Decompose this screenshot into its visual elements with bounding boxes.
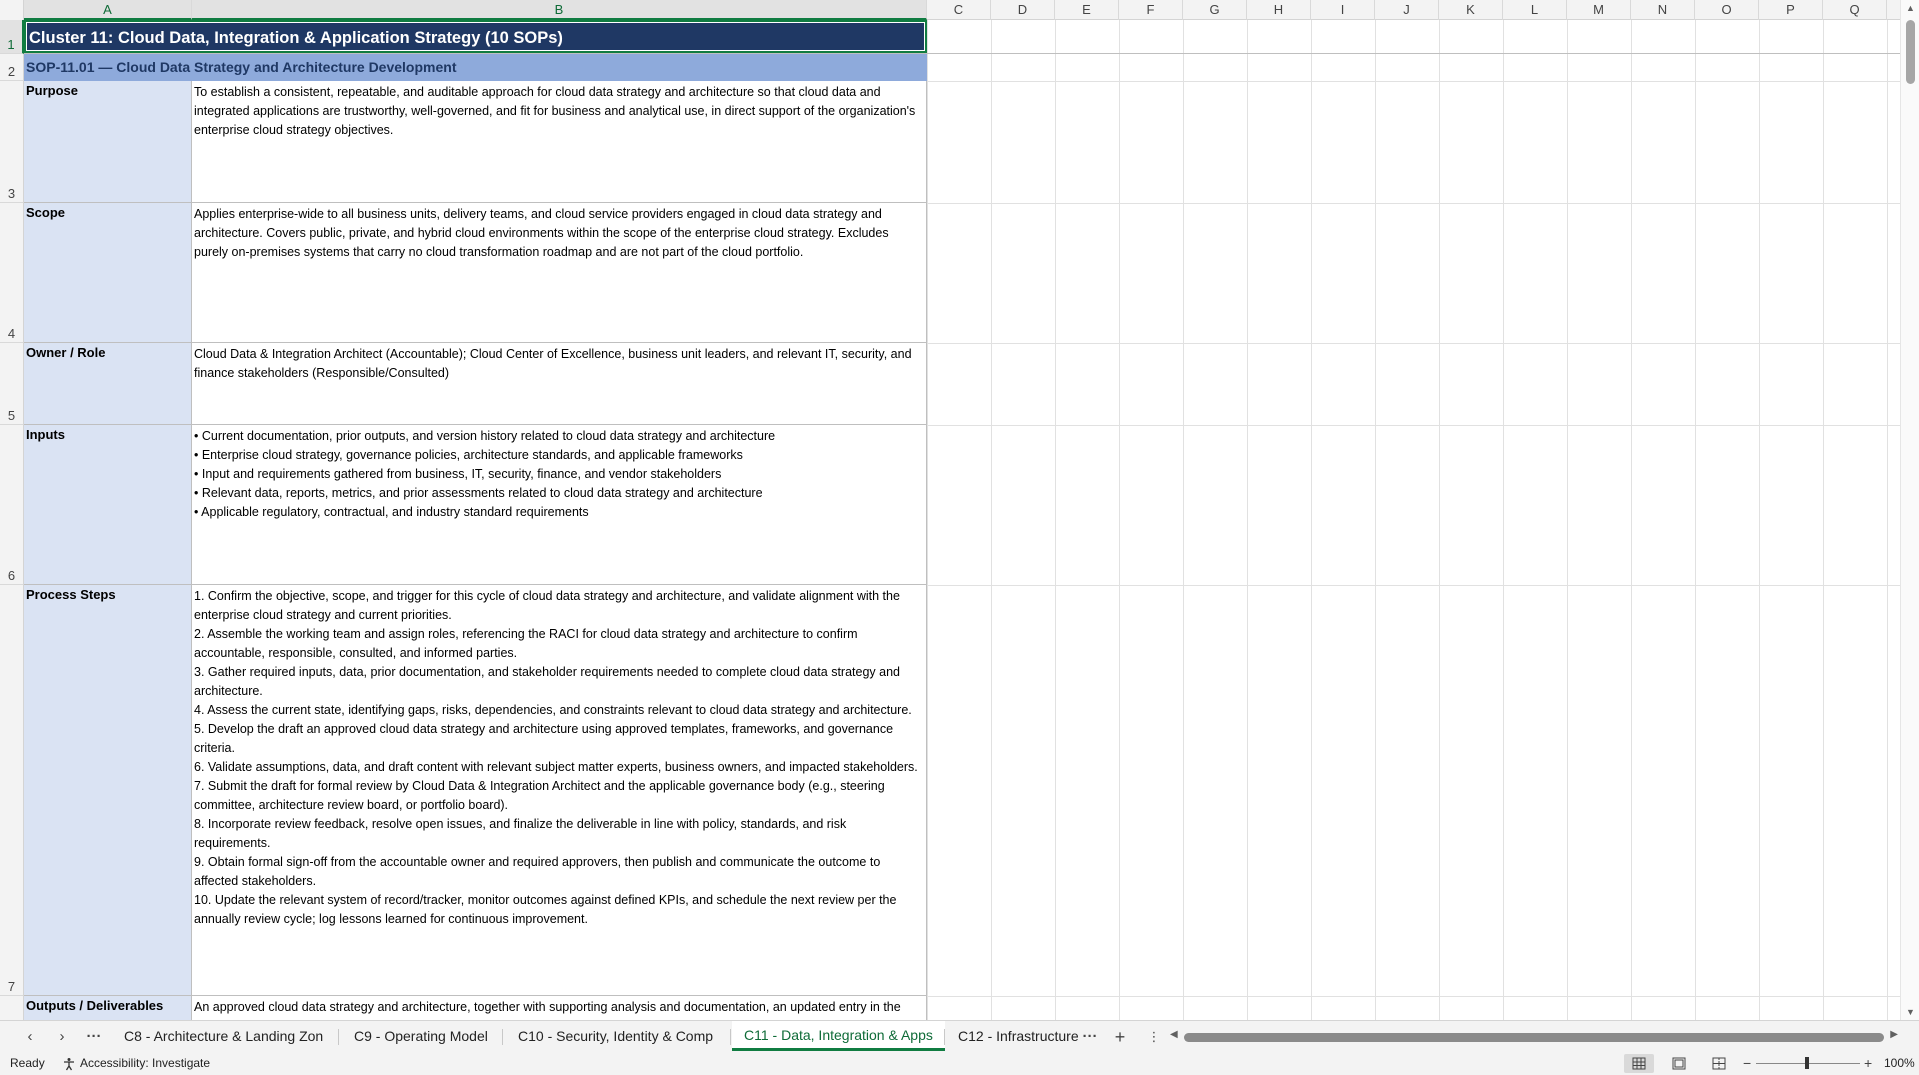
column-header-f[interactable]: F — [1119, 0, 1183, 20]
row-header-4[interactable]: 4 — [0, 203, 24, 343]
vertical-scrollbar[interactable]: ▲ ▼ — [1900, 0, 1919, 1020]
column-header-d[interactable]: D — [991, 0, 1055, 20]
status-ready: Ready — [10, 1056, 45, 1070]
accessibility-status[interactable]: Accessibility: Investigate — [62, 1052, 210, 1075]
column-header-g[interactable]: G — [1183, 0, 1247, 20]
zoom-level[interactable]: 100% — [1884, 1052, 1915, 1075]
accessibility-icon — [64, 1057, 74, 1070]
sheet-tabs-bar: ‹ › ··· C8 - Architecture & Landing Zon … — [0, 1020, 1919, 1052]
sheet-tab-c12[interactable]: C12 - Infrastructure — [946, 1021, 1080, 1051]
outputs-text-cell[interactable]: An approved cloud data strategy and arch… — [192, 996, 927, 1020]
row-header-5[interactable]: 5 — [0, 343, 24, 425]
owner-role-text-cell[interactable]: Cloud Data & Integration Architect (Acco… — [192, 343, 927, 425]
column-header-n[interactable]: N — [1631, 0, 1695, 20]
column-header-bar: A B C D E F G H I J K L M N O P Q — [0, 0, 1900, 20]
vertical-ellipsis-icon[interactable]: ⋮ — [1140, 1025, 1168, 1049]
sop-header-cell[interactable]: SOP-11.01 — Cloud Data Strategy and Arch… — [24, 54, 927, 81]
column-header-h[interactable]: H — [1247, 0, 1311, 20]
accessibility-label: Accessibility: Investigate — [80, 1056, 211, 1070]
select-all-corner[interactable] — [0, 0, 24, 20]
column-header-l[interactable]: L — [1503, 0, 1567, 20]
column-header-k[interactable]: K — [1439, 0, 1503, 20]
plus-icon[interactable]: + — [1106, 1025, 1134, 1049]
purpose-text-cell[interactable]: To establish a consistent, repeatable, a… — [192, 81, 927, 203]
grid-view-icon[interactable] — [1624, 1054, 1654, 1073]
scroll-right-icon[interactable]: ▶ — [1890, 1029, 1898, 1040]
row-header-1[interactable]: 1 — [0, 20, 24, 54]
scope-label-cell[interactable]: Scope — [24, 203, 192, 343]
column-header-q[interactable]: Q — [1823, 0, 1887, 20]
process-steps-text-cell[interactable]: 1. Confirm the objective, scope, and tri… — [192, 585, 927, 996]
sheet-tab-c10[interactable]: C10 - Security, Identity & Comp — [506, 1021, 725, 1051]
column-header-m[interactable]: M — [1567, 0, 1631, 20]
column-header-a[interactable]: A — [24, 0, 192, 20]
chevron-right-icon[interactable]: › — [48, 1025, 76, 1049]
horizontal-scrollbar[interactable]: ◀ ▶ — [1170, 1029, 1898, 1043]
row-header-7[interactable]: 7 — [0, 585, 24, 996]
outputs-label-cell[interactable]: Outputs / Deliverables — [24, 996, 192, 1020]
horizontal-scroll-thumb[interactable] — [1184, 1033, 1884, 1042]
row-header-6[interactable]: 6 — [0, 425, 24, 585]
zoom-in-icon[interactable]: + — [1864, 1052, 1872, 1075]
page-layout-icon[interactable] — [1664, 1054, 1694, 1073]
column-header-i[interactable]: I — [1311, 0, 1375, 20]
scroll-down-icon[interactable]: ▼ — [1901, 1007, 1919, 1017]
column-header-b[interactable]: B — [192, 0, 927, 20]
column-header-o[interactable]: O — [1695, 0, 1759, 20]
row-header-8[interactable] — [0, 996, 24, 1020]
scope-text-cell[interactable]: Applies enterprise-wide to all business … — [192, 203, 927, 343]
ellipsis-icon[interactable]: ··· — [80, 1025, 108, 1049]
row-header-3[interactable]: 3 — [0, 81, 24, 203]
purpose-label-cell[interactable]: Purpose — [24, 81, 192, 203]
worksheet-grid[interactable]: Cluster 11: Cloud Data, Integration & Ap… — [24, 20, 1900, 1020]
inputs-text-cell[interactable]: • Current documentation, prior outputs, … — [192, 425, 927, 585]
column-header-p[interactable]: P — [1759, 0, 1823, 20]
sheet-tab-c9[interactable]: C9 - Operating Model — [342, 1021, 500, 1051]
owner-role-label-cell[interactable]: Owner / Role — [24, 343, 192, 425]
zoom-slider-knob[interactable] — [1805, 1057, 1809, 1069]
process-steps-label-cell[interactable]: Process Steps — [24, 585, 192, 996]
sheet-title-cell[interactable]: Cluster 11: Cloud Data, Integration & Ap… — [24, 20, 927, 53]
chevron-left-icon[interactable]: ‹ — [16, 1025, 44, 1049]
status-bar: Ready Accessibility: Investigate − + 100… — [0, 1052, 1919, 1075]
more-tabs-ellipsis-icon[interactable]: ··· — [1076, 1025, 1104, 1049]
sheet-tab-c8[interactable]: C8 - Architecture & Landing Zon — [112, 1021, 335, 1051]
inputs-label-cell[interactable]: Inputs — [24, 425, 192, 585]
vertical-scroll-thumb[interactable] — [1906, 20, 1915, 84]
column-header-e[interactable]: E — [1055, 0, 1119, 20]
zoom-out-icon[interactable]: − — [1743, 1052, 1751, 1075]
scroll-up-icon[interactable]: ▲ — [1901, 3, 1919, 13]
column-header-j[interactable]: J — [1375, 0, 1439, 20]
row-header-2[interactable]: 2 — [0, 54, 24, 81]
scroll-left-icon[interactable]: ◀ — [1170, 1029, 1178, 1040]
page-break-icon[interactable] — [1704, 1054, 1734, 1073]
column-header-c[interactable]: C — [927, 0, 991, 20]
sheet-tab-c11[interactable]: C11 - Data, Integration & Apps — [732, 1021, 945, 1051]
